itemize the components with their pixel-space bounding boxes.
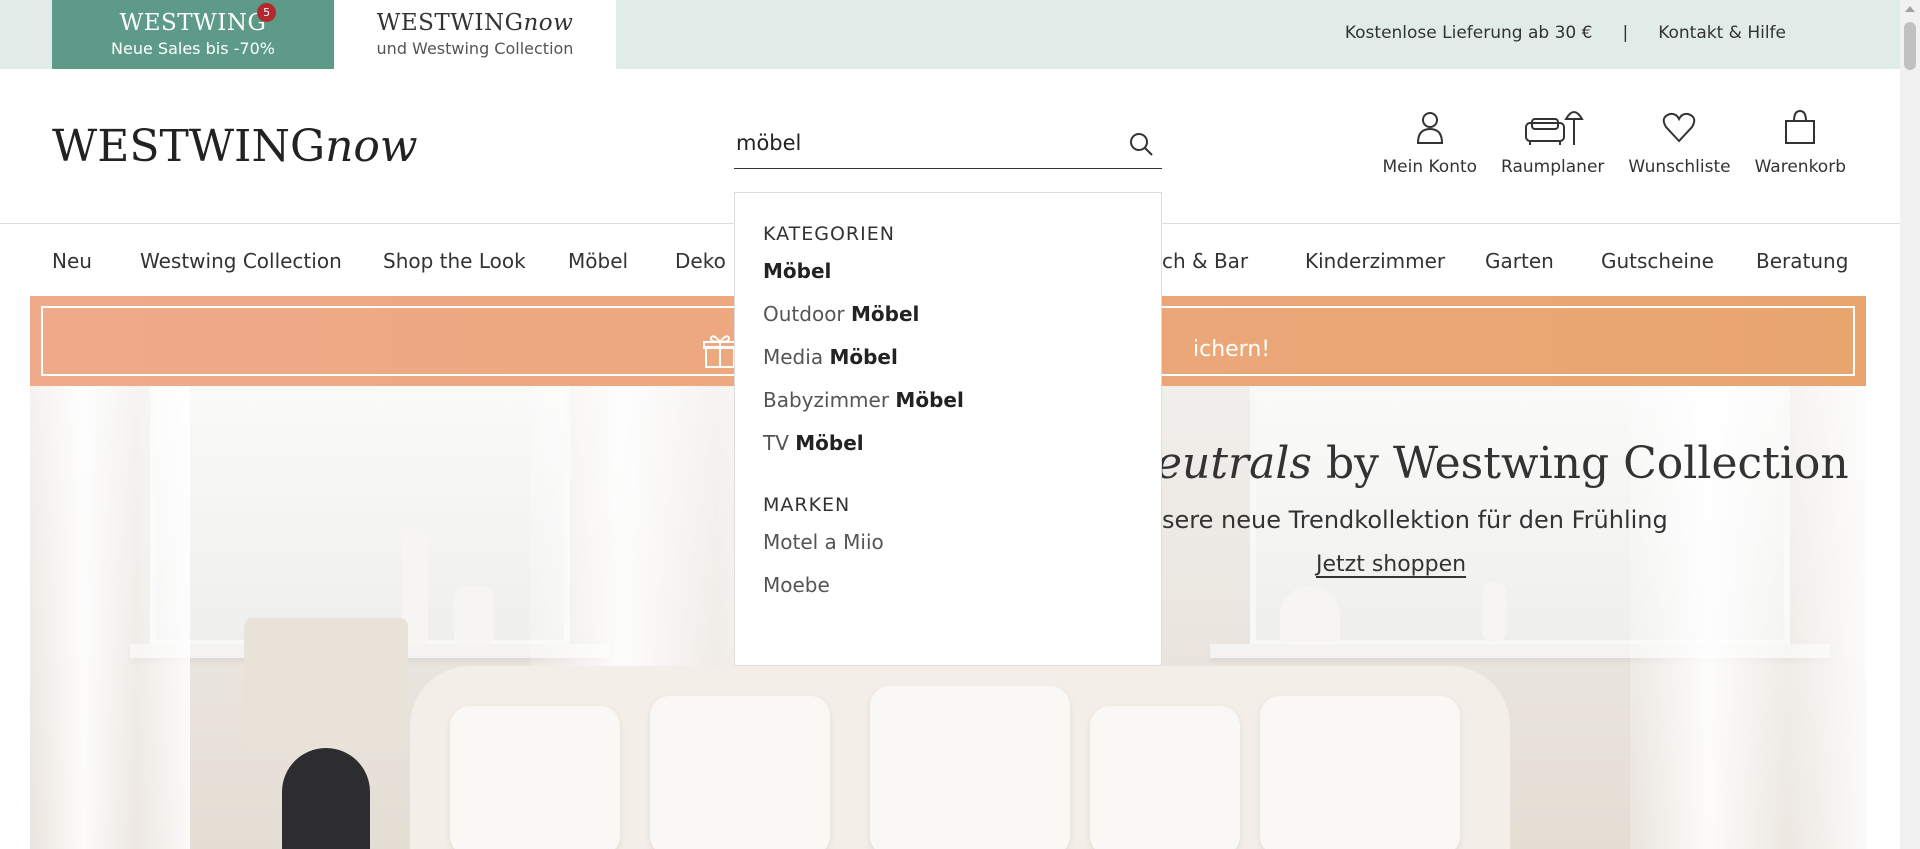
suggestion-match: Möbel (795, 431, 864, 455)
search-suggestions-dropdown: KATEGORIEN Möbel Outdoor Möbel Media Möb… (734, 192, 1162, 666)
wishlist-label: Wunschliste (1628, 157, 1731, 177)
sales-count-badge: 5 (257, 3, 277, 22)
nav-item-kinderzimmer[interactable]: Kinderzimmer (1305, 249, 1445, 273)
room-planner-icon (1524, 111, 1584, 145)
hero-lamp-shade (244, 618, 408, 748)
suggestion-category[interactable]: Outdoor Möbel (763, 302, 1161, 345)
hero-title-italic: eutrals (1156, 438, 1312, 489)
suggestion-match: Möbel (895, 388, 964, 412)
cart-label: Warenkorb (1754, 157, 1846, 177)
suggestion-prefix: Babyzimmer (763, 388, 896, 412)
nav-item-gutscheine[interactable]: Gutscheine (1601, 249, 1714, 273)
scrollbar-thumb[interactable] (1904, 22, 1916, 70)
room-planner-label: Raumplaner (1501, 157, 1605, 177)
search-icon[interactable] (1128, 131, 1154, 157)
nav-item-garten[interactable]: Garten (1485, 249, 1554, 273)
search-bar (734, 121, 1162, 169)
hero-shop-now-link[interactable]: Jetzt shoppen (1316, 552, 1466, 577)
top-links: Kostenlose Lieferung ab 30 € | Kontakt &… (1345, 23, 1786, 43)
suggestion-prefix: Media (763, 345, 830, 369)
hero-pillow-1 (450, 706, 620, 849)
gift-icon (703, 335, 737, 368)
user-icon (1416, 112, 1443, 144)
suggestion-category[interactable]: Babyzimmer Möbel (763, 388, 1161, 431)
logo-italic: now (325, 121, 418, 172)
nav-item-neu[interactable]: Neu (52, 249, 92, 273)
hero-pillow-4 (1090, 706, 1240, 849)
suggestion-category[interactable]: Media Möbel (763, 345, 1161, 388)
hero-lamp-base (282, 748, 370, 849)
hero-vase-small (454, 586, 494, 646)
categories-heading: KATEGORIEN (763, 223, 895, 245)
logo[interactable]: WESTWINGnow (52, 121, 418, 172)
suggestion-brand[interactable]: Motel a Miio (763, 530, 1161, 573)
contact-help-link[interactable]: Kontakt & Hilfe (1658, 23, 1786, 43)
room-planner-button[interactable]: Raumplaner (1501, 107, 1604, 177)
account-button[interactable]: Mein Konto (1382, 107, 1477, 177)
brands-heading: MARKEN (763, 494, 851, 516)
bag-icon (1785, 109, 1816, 144)
now-brand-text: WESTWING (376, 10, 524, 36)
page-scrollbar[interactable] (1900, 0, 1920, 849)
now-brand-italic: now (523, 10, 574, 36)
delivery-info-link[interactable]: Kostenlose Lieferung ab 30 € (1345, 23, 1593, 43)
sales-tab[interactable]: WESTWING 5 Neue Sales bis -70% (52, 0, 334, 69)
suggestion-prefix: TV (763, 431, 796, 455)
account-label: Mein Konto (1382, 157, 1478, 177)
cart-button[interactable]: Warenkorb (1755, 107, 1846, 177)
suggestion-category[interactable]: TV Möbel (763, 431, 1161, 474)
suggestion-category[interactable]: Möbel (763, 259, 1161, 302)
hero-window-left (150, 386, 570, 646)
promo-text: ichern! (1193, 337, 1271, 362)
nav-item-deko[interactable]: Deko (675, 249, 726, 273)
hero-pillow-5 (1260, 696, 1460, 849)
suggestion-match: Möbel (763, 259, 832, 283)
top-bar: WESTWING 5 Neue Sales bis -70% WESTWINGn… (0, 0, 1900, 69)
suggestion-match: Möbel (829, 345, 898, 369)
wishlist-button[interactable]: Wunschliste (1628, 107, 1731, 177)
nav-item-beratung[interactable]: Beratung (1756, 249, 1848, 273)
hero-arch-decor (1280, 586, 1340, 642)
logo-text: WESTWING (52, 121, 326, 172)
hero-curtain-left (30, 386, 190, 849)
hero-subtitle: sere neue Trendkollektion für den Frühli… (1162, 506, 1668, 534)
heart-icon (1663, 112, 1696, 143)
hero-pillow-2 (650, 696, 830, 849)
sales-brand-text: WESTWING (119, 10, 267, 36)
suggestion-prefix: Outdoor (763, 302, 852, 326)
suggestion-brand[interactable]: Moebe (763, 573, 1161, 616)
hero-title: eutrals by Westwing Collection (1156, 438, 1849, 489)
now-subtitle: und Westwing Collection (376, 39, 574, 58)
scroll-up-arrow-icon[interactable] (1905, 6, 1915, 12)
westwing-now-tab[interactable]: WESTWINGnow und Westwing Collection (334, 0, 616, 69)
now-brand: WESTWINGnow (377, 10, 574, 36)
sales-subtitle: Neue Sales bis -70% (111, 39, 275, 58)
hero-pillow-3 (870, 686, 1070, 849)
sales-brand: WESTWING 5 (119, 3, 277, 36)
nav-item-moebel[interactable]: Möbel (568, 249, 628, 273)
top-links-separator: | (1622, 23, 1629, 43)
hero-candle (1482, 582, 1506, 642)
nav-item-westwing-collection[interactable]: Westwing Collection (140, 249, 342, 273)
search-input[interactable] (734, 121, 1114, 165)
suggestion-match: Möbel (851, 302, 920, 326)
nav-item-shop-the-look[interactable]: Shop the Look (383, 249, 526, 273)
header-actions: Mein Konto Raumplaner Wunschliste Warenk… (1382, 107, 1846, 177)
hero-title-rest: by Westwing Collection (1311, 438, 1849, 489)
